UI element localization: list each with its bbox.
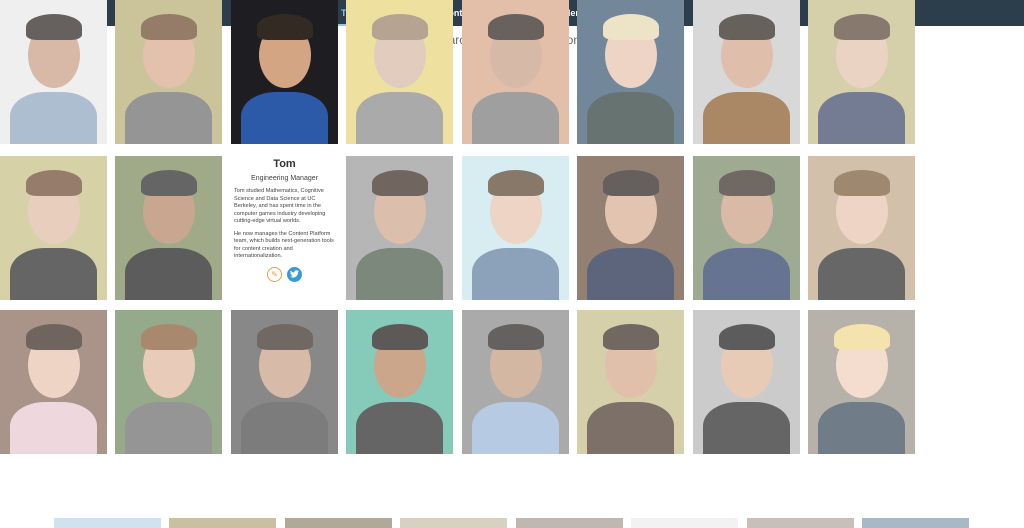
profile-bio-paragraph: He now manages the Content Platform team… bbox=[234, 230, 334, 260]
team-member-photo[interactable] bbox=[462, 310, 569, 454]
team-member-photo[interactable] bbox=[346, 0, 453, 144]
profile-detail: Tom Engineering Manager Tom studied Math… bbox=[231, 156, 338, 300]
team-member-photo[interactable] bbox=[693, 0, 800, 144]
team-member-photo[interactable] bbox=[346, 310, 453, 454]
team-member-photo[interactable] bbox=[400, 518, 507, 528]
profile-bio-paragraph: Tom studied Mathematics, Cognitive Scien… bbox=[234, 188, 326, 225]
team-member-photo[interactable] bbox=[0, 0, 107, 144]
team-member-photo[interactable] bbox=[808, 0, 915, 144]
team-member-photo[interactable] bbox=[808, 156, 915, 300]
portrait bbox=[231, 0, 338, 144]
team-member-photo[interactable] bbox=[462, 0, 569, 144]
team-member-photo[interactable] bbox=[0, 156, 107, 300]
team-member-photo[interactable] bbox=[747, 518, 854, 528]
team-member-photo[interactable] bbox=[115, 0, 222, 144]
team-member-photo[interactable] bbox=[115, 310, 222, 454]
profile-bio: Tom studied Mathematics, Cognitive Scien… bbox=[231, 188, 338, 261]
team-member-photo[interactable] bbox=[169, 518, 276, 528]
team-member-photo[interactable] bbox=[54, 518, 161, 528]
team-member-photo[interactable] bbox=[577, 310, 684, 454]
team-member-photo[interactable] bbox=[516, 518, 623, 528]
profile-title: Engineering Manager bbox=[251, 175, 318, 182]
pencil-icon[interactable]: ✎ bbox=[267, 266, 282, 282]
team-member-photo[interactable] bbox=[115, 156, 222, 300]
team-member-photo[interactable] bbox=[285, 518, 392, 528]
profile-name: Tom bbox=[273, 158, 296, 170]
team-member-photo[interactable] bbox=[0, 310, 107, 454]
team-member-photo[interactable] bbox=[693, 310, 800, 454]
team-member-photo[interactable] bbox=[231, 0, 338, 144]
team-member-photo[interactable] bbox=[462, 156, 569, 300]
team-member-photo[interactable] bbox=[693, 156, 800, 300]
team-member-photo[interactable] bbox=[862, 518, 969, 528]
team-member-photo[interactable] bbox=[346, 156, 453, 300]
profile-links: ✎ bbox=[231, 266, 338, 282]
team-member-photo[interactable] bbox=[577, 156, 684, 300]
team-member-photo[interactable] bbox=[631, 518, 738, 528]
team-member-photo[interactable] bbox=[231, 310, 338, 454]
team-member-photo[interactable] bbox=[808, 310, 915, 454]
twitter-icon[interactable] bbox=[287, 266, 302, 282]
team-member-photo[interactable] bbox=[577, 0, 684, 144]
